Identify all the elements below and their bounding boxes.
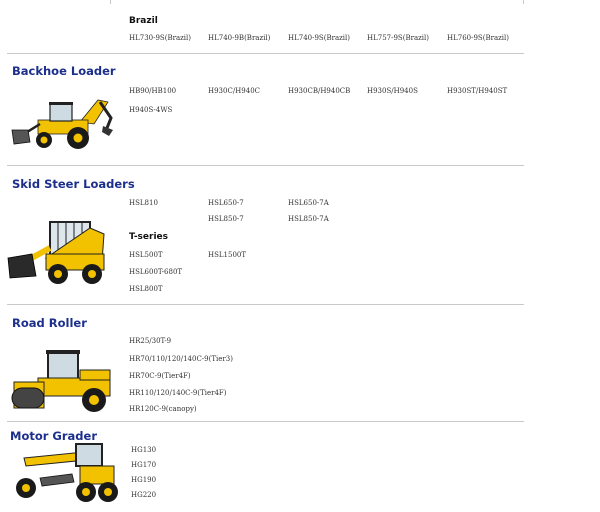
- model-link-hsl650-7[interactable]: HSL650-7: [208, 199, 244, 207]
- model-link-hl740-9s-brazil[interactable]: HL740-9S(Brazil): [288, 34, 350, 42]
- model-link-hsl500t[interactable]: HSL500T: [129, 251, 163, 259]
- road-roller-title: Road Roller: [12, 316, 87, 330]
- section-divider: [7, 421, 524, 422]
- model-link-hr110-120-140c-9-tier4f[interactable]: HR110/120/140C-9(Tier4F): [129, 389, 227, 397]
- motor-grader-title: Motor Grader: [10, 429, 97, 443]
- model-link-h930st-h940st[interactable]: H930ST/H940ST: [447, 87, 507, 95]
- model-link-hr70c-9-tier4f[interactable]: HR70C-9(Tier4F): [129, 372, 191, 380]
- model-link-hl757-9s-brazil[interactable]: HL757-9S(Brazil): [367, 34, 429, 42]
- model-link-hg170[interactable]: HG170: [131, 461, 156, 469]
- model-link-hsl650-7a[interactable]: HSL650-7A: [288, 199, 329, 207]
- model-link-hsl850-7[interactable]: HSL850-7: [208, 215, 244, 223]
- t-series-subtitle: T-series: [129, 232, 168, 242]
- model-link-hr120c-9-canopy[interactable]: HR120C-9(canopy): [129, 405, 197, 413]
- model-link-h930cb-h940cb[interactable]: H930CB/H940CB: [288, 87, 350, 95]
- backhoe-title: Backhoe Loader: [12, 64, 116, 78]
- model-link-hg220[interactable]: HG220: [131, 491, 156, 499]
- backhoe-loader-image[interactable]: [10, 94, 114, 152]
- skid-steer-loader-image[interactable]: [6, 218, 112, 286]
- model-link-h930c-h940c[interactable]: H930C/H940C: [208, 87, 260, 95]
- model-link-hl760-9s-brazil[interactable]: HL760-9S(Brazil): [447, 34, 509, 42]
- model-link-hr70-110-120-140c-9-tier3[interactable]: HR70/110/120/140C-9(Tier3): [129, 355, 233, 363]
- model-link-hg130[interactable]: HG130: [131, 446, 156, 454]
- model-link-hsl810[interactable]: HSL810: [129, 199, 158, 207]
- road-roller-image[interactable]: [10, 348, 116, 414]
- model-link-hsl850-7a[interactable]: HSL850-7A: [288, 215, 329, 223]
- top-border-left: [110, 0, 111, 4]
- motor-grader-image[interactable]: [14, 443, 118, 504]
- section-divider: [7, 165, 524, 166]
- model-link-h940s-4ws[interactable]: H940S-4WS: [129, 106, 172, 114]
- model-link-h930s-h940s[interactable]: H930S/H940S: [367, 87, 418, 95]
- model-link-hl730-9s-brazil[interactable]: HL730-9S(Brazil): [129, 34, 191, 42]
- brazil-subtitle: Brazil: [129, 16, 158, 26]
- skid-steer-title: Skid Steer Loaders: [12, 177, 135, 191]
- section-divider: [7, 304, 524, 305]
- model-link-hsl800t[interactable]: HSL800T: [129, 285, 163, 293]
- model-link-hsl600t-680t[interactable]: HSL600T-680T: [129, 268, 182, 276]
- model-link-hg190[interactable]: HG190: [131, 476, 156, 484]
- model-link-hr25-30t-9[interactable]: HR25/30T-9: [129, 337, 171, 345]
- model-link-hb90-hb100[interactable]: HB90/HB100: [129, 87, 176, 95]
- model-link-hsl1500t[interactable]: HSL1500T: [208, 251, 246, 259]
- section-divider: [7, 53, 524, 54]
- top-border-right: [523, 0, 524, 4]
- model-link-hl740-9b-brazil[interactable]: HL740-9B(Brazil): [208, 34, 270, 42]
